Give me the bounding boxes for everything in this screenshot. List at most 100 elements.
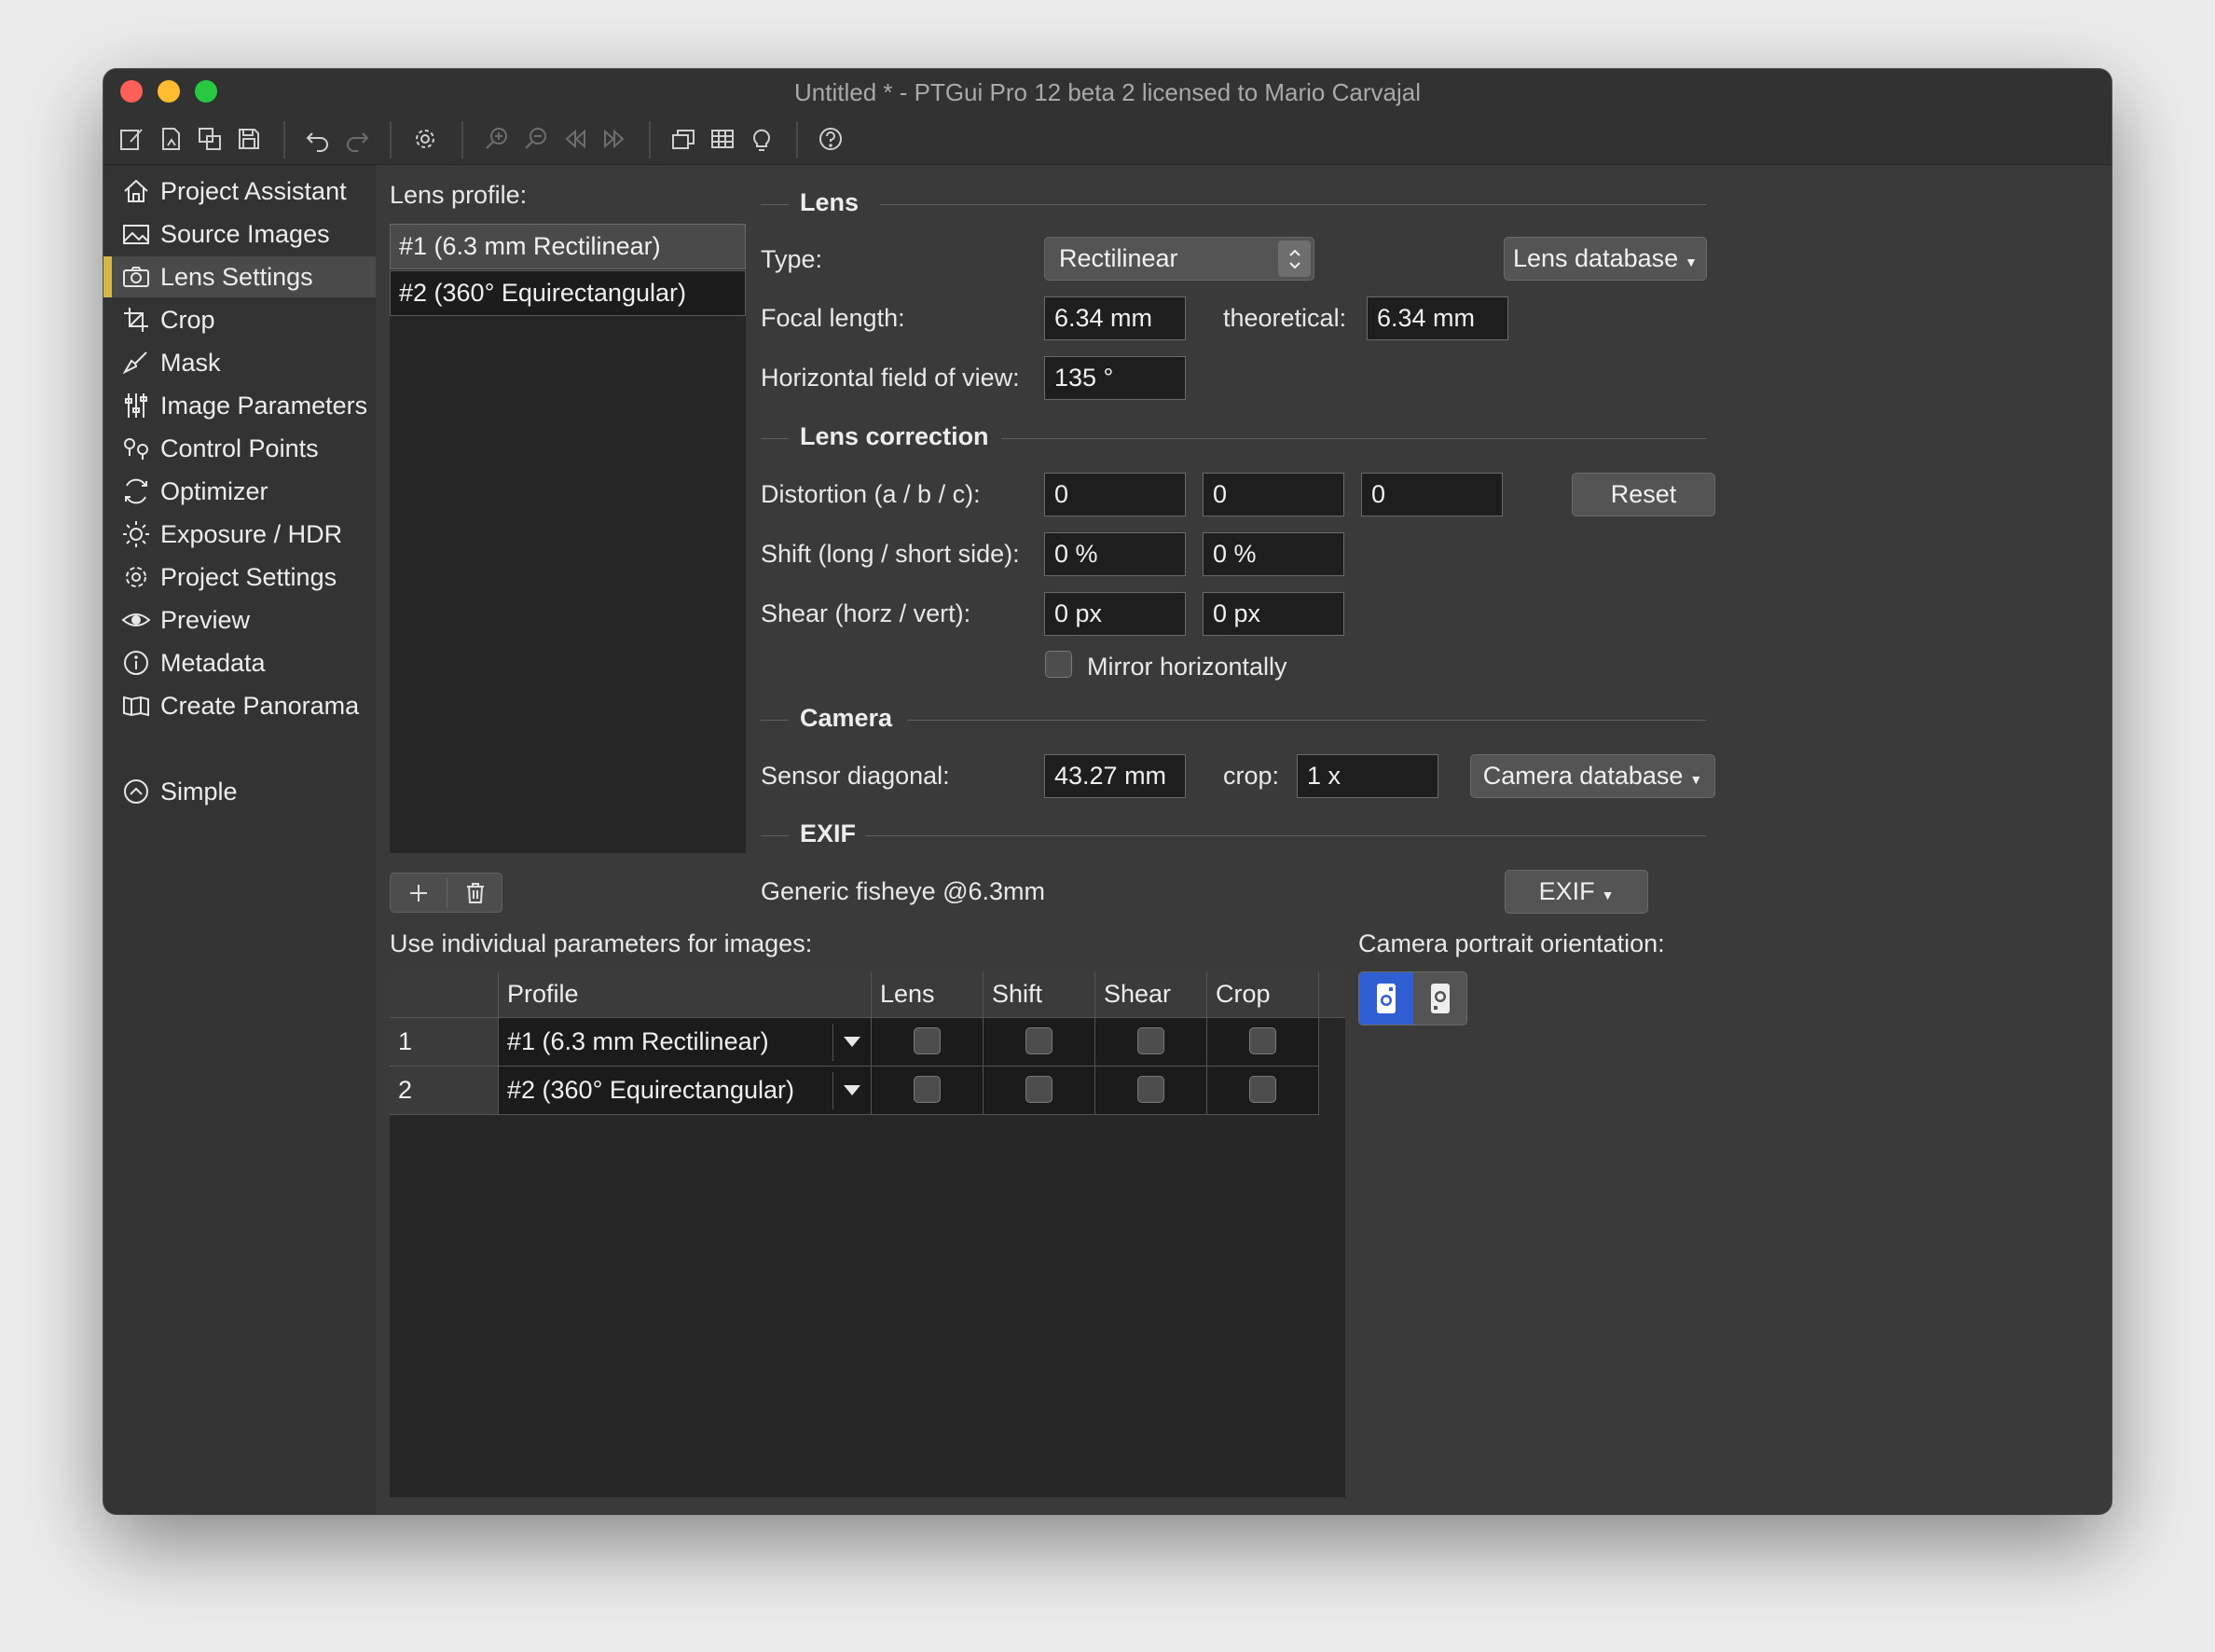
- prev-icon[interactable]: [561, 125, 589, 153]
- sensor-diagonal-field[interactable]: 43.27 mm: [1044, 754, 1186, 798]
- zoom-out-icon[interactable]: [522, 125, 550, 153]
- dropdown-divider: [832, 1072, 833, 1109]
- sidebar-item-label: Image Parameters: [160, 391, 368, 420]
- shift-short-field[interactable]: 0 %: [1203, 532, 1344, 576]
- theoretical-label: theoretical:: [1223, 304, 1347, 332]
- shift-checkbox[interactable]: [1025, 1027, 1052, 1054]
- sidebar-item-source-images[interactable]: Source Images: [103, 213, 376, 255]
- lightbulb-icon[interactable]: [748, 125, 776, 153]
- sensor-diagonal-label: Sensor diagonal:: [761, 762, 950, 790]
- sidebar-item-project-settings[interactable]: Project Settings: [103, 557, 376, 598]
- lens-database-label: Lens database: [1512, 244, 1679, 272]
- lens-profile-item[interactable]: #2 (360° Equirectangular): [390, 270, 746, 316]
- lens-checkbox[interactable]: [914, 1027, 941, 1054]
- shear-checkbox[interactable]: [1137, 1076, 1164, 1103]
- simple-mode-toggle[interactable]: Simple: [103, 771, 376, 812]
- sidebar-item-create-panorama[interactable]: Create Panorama: [103, 685, 376, 726]
- trash-icon: [467, 882, 484, 903]
- undo-icon[interactable]: [304, 125, 332, 153]
- new-project-icon[interactable]: [117, 125, 145, 153]
- profile-dropdown[interactable]: #1 (6.3 mm Rectilinear): [499, 1018, 872, 1067]
- title-bar: Untitled * - PTGui Pro 12 beta 2 license…: [103, 69, 2112, 114]
- sidebar-item-exposure-hdr[interactable]: Exposure / HDR: [103, 514, 376, 555]
- distortion-c-field[interactable]: 0: [1361, 473, 1503, 516]
- theoretical-focal-field[interactable]: 6.34 mm: [1367, 296, 1508, 340]
- sidebar-item-lens-settings[interactable]: Lens Settings: [103, 256, 376, 297]
- column-header-filler: [1319, 971, 1345, 1018]
- exif-button[interactable]: EXIF ▼: [1505, 870, 1648, 914]
- distortion-b-field[interactable]: 0: [1203, 473, 1344, 516]
- window-title: Untitled * - PTGui Pro 12 beta 2 license…: [794, 78, 1421, 106]
- distortion-a-field[interactable]: 0: [1044, 473, 1186, 516]
- lens-profile-list[interactable]: #1 (6.3 mm Rectilinear) #2 (360° Equirec…: [390, 224, 746, 853]
- sidebar-item-image-parameters[interactable]: Image Parameters: [103, 385, 376, 426]
- profile-dropdown[interactable]: #2 (360° Equirectangular): [499, 1067, 872, 1115]
- hfov-field[interactable]: 135 °: [1044, 356, 1186, 400]
- mirror-horizontally-label: Mirror horizontally: [1087, 653, 1287, 681]
- crop-checkbox[interactable]: [1249, 1076, 1276, 1103]
- shear-vert-field[interactable]: 0 px: [1203, 592, 1344, 636]
- sidebar-item-label: Preview: [160, 605, 251, 634]
- sidebar-item-label: Exposure / HDR: [160, 519, 343, 548]
- reset-button[interactable]: Reset: [1572, 473, 1715, 516]
- column-header: [390, 971, 499, 1018]
- delete-profile-button[interactable]: [447, 874, 503, 912]
- shift-long-field[interactable]: 0 %: [1044, 532, 1186, 576]
- add-profile-button[interactable]: [391, 874, 447, 912]
- sidebar-item-mask[interactable]: Mask: [103, 342, 376, 383]
- eye-icon: [121, 605, 151, 635]
- help-icon[interactable]: [817, 125, 845, 153]
- save-as-icon[interactable]: [196, 125, 224, 153]
- plus-icon: [410, 884, 427, 902]
- toolbar-separator: [390, 121, 392, 158]
- column-header-lens[interactable]: Lens: [872, 971, 984, 1018]
- sidebar-item-project-assistant[interactable]: Project Assistant: [103, 171, 376, 212]
- focal-length-field[interactable]: 6.34 mm: [1044, 296, 1186, 340]
- sidebar-item-control-points[interactable]: Control Points: [103, 428, 376, 469]
- column-header-crop[interactable]: Crop: [1207, 971, 1319, 1018]
- sidebar-item-metadata[interactable]: Metadata: [103, 642, 376, 683]
- lens-checkbox[interactable]: [914, 1076, 941, 1103]
- sidebar-item-label: Source Images: [160, 219, 330, 248]
- hfov-label: Horizontal field of view:: [761, 364, 1020, 392]
- type-label: Type:: [761, 245, 823, 273]
- redo-icon[interactable]: [343, 125, 371, 153]
- shift-checkbox[interactable]: [1025, 1076, 1052, 1103]
- rotate-right-camera-button[interactable]: [1413, 972, 1466, 1025]
- dropdown-caret-icon: ▼: [1685, 254, 1698, 269]
- column-header-shear[interactable]: Shear: [1095, 971, 1207, 1018]
- lens-database-button[interactable]: Lens database ▼: [1504, 237, 1707, 281]
- sidebar-item-label: Project Assistant: [160, 176, 347, 205]
- crop-cell: [1207, 1067, 1319, 1115]
- camera-database-button[interactable]: Camera database ▼: [1470, 754, 1715, 798]
- zoom-in-icon[interactable]: [483, 125, 511, 153]
- brush-icon: [121, 348, 151, 378]
- grid-icon[interactable]: [709, 125, 736, 153]
- profile-value: #1 (6.3 mm Rectilinear): [507, 1027, 769, 1055]
- mirror-horizontally-checkbox[interactable]: [1045, 651, 1072, 678]
- crop-factor-field[interactable]: 1 x: [1297, 754, 1438, 798]
- crop-checkbox[interactable]: [1249, 1027, 1276, 1054]
- portrait-orientation-heading: Camera portrait orientation:: [1358, 929, 1665, 957]
- panorama-editor-icon[interactable]: [669, 125, 697, 153]
- lens-profile-item[interactable]: #1 (6.3 mm Rectilinear): [390, 224, 746, 269]
- sidebar-item-crop[interactable]: Crop: [103, 299, 376, 340]
- open-project-icon[interactable]: [157, 125, 185, 153]
- next-icon[interactable]: [600, 125, 628, 153]
- shear-checkbox[interactable]: [1137, 1027, 1164, 1054]
- lens-section-header: Lens: [761, 188, 1706, 218]
- camera-section-header: Camera: [761, 704, 1706, 734]
- lens-correction-section-header: Lens correction: [761, 422, 1706, 452]
- sidebar-item-optimizer[interactable]: Optimizer: [103, 471, 376, 512]
- rotate-left-camera-button[interactable]: [1359, 972, 1413, 1025]
- exif-lens-text: Generic fisheye @6.3mm: [761, 877, 1046, 905]
- settings-icon[interactable]: [411, 125, 439, 153]
- exif-section-header: EXIF: [761, 819, 1706, 849]
- save-icon[interactable]: [235, 125, 263, 153]
- shear-horz-field[interactable]: 0 px: [1044, 592, 1186, 636]
- column-header-shift[interactable]: Shift: [984, 971, 1095, 1018]
- lens-type-select[interactable]: Rectilinear: [1044, 237, 1314, 281]
- lens-type-value: Rectilinear: [1059, 244, 1178, 272]
- sidebar-item-preview[interactable]: Preview: [103, 599, 376, 640]
- column-header-profile[interactable]: Profile: [499, 971, 872, 1018]
